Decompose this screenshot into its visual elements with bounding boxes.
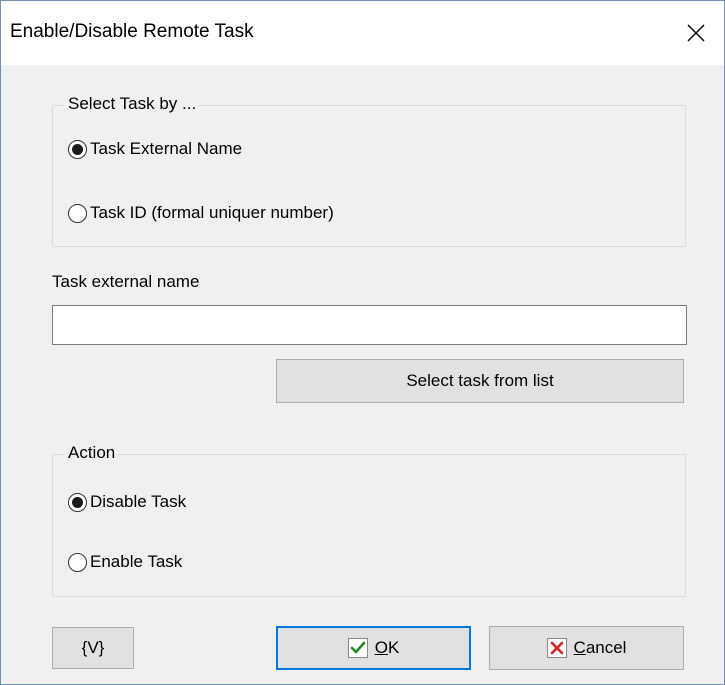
select-task-from-list-button[interactable]: Select task from list [276,359,684,403]
radio-enable-task[interactable]: Enable Task [68,552,182,572]
close-icon [687,24,705,42]
task-external-name-label: Task external name [52,272,199,292]
action-legend: Action [65,443,119,463]
radio-circle [68,203,87,223]
check-icon [347,638,368,658]
action-group: Action [52,443,686,597]
task-external-name-label-text: Task external name [52,272,200,291]
radio-circle [68,492,87,512]
select-task-from-list-label: Select task from list [406,371,554,390]
cancel-button[interactable]: Cancel [489,626,684,670]
variables-button[interactable]: {V} [52,627,134,669]
radio-task-external-name[interactable]: Task External Name [68,139,242,159]
radio-label: Disable Task [90,492,187,511]
window-title: Enable/Disable Remote Task [10,21,254,42]
dialog-window: Enable/Disable Remote Task Select Task b… [0,0,725,685]
cancel-x-icon [546,638,567,658]
ok-button[interactable]: OK [276,626,471,670]
radio-task-id[interactable]: Task ID (formal uniquer number) [68,203,334,223]
radio-circle [68,139,87,159]
radio-label: Task ID (formal uniquer number) [90,203,334,222]
radio-label: Enable Task [90,552,183,571]
radio-circle [68,552,87,572]
close-button[interactable] [668,1,724,65]
select-task-group: Select Task by ... [52,94,686,247]
task-external-name-input[interactable] [52,305,687,345]
select-task-legend: Select Task by ... [65,94,200,114]
title-bar: Enable/Disable Remote Task [1,1,724,65]
radio-label: Task External Name [90,139,243,158]
cancel-label: Cancel [573,638,627,657]
ok-label: OK [374,638,400,657]
radio-disable-task[interactable]: Disable Task [68,492,186,512]
variables-label: {V} [81,638,105,657]
